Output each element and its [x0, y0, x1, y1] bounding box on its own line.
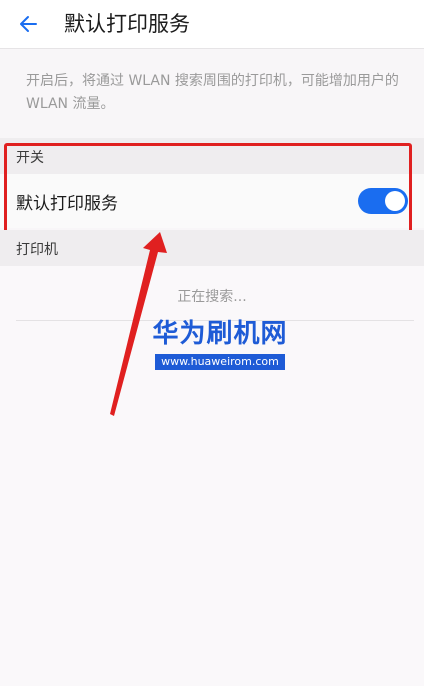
watermark: 华为刷机网 www.huaweirom.com — [150, 318, 290, 370]
watermark-url: www.huaweirom.com — [155, 354, 285, 370]
watermark-title: 华为刷机网 — [152, 319, 288, 349]
